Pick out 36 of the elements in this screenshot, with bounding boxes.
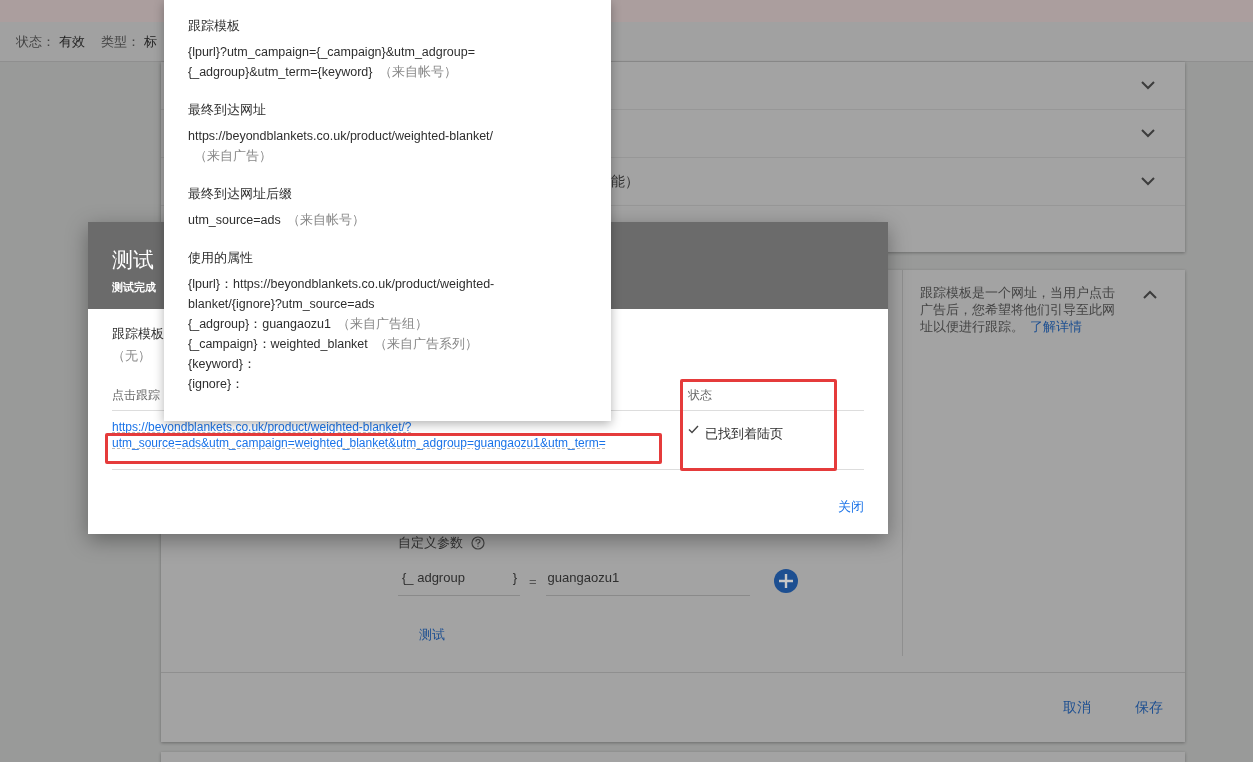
tracking-url-link[interactable]: https://beyondblankets.co.uk/product/weighted-blanket/? utm_source=ads&utm_campaign=weighted_blanket&utm_adgroup=guangaozu1&utm_term= [112,419,606,451]
custom-params-label: 自定义参数 [398,534,463,552]
popover-line: utm_source=ads （来自帐号） [188,212,366,229]
chevron-icon[interactable] [1141,129,1155,138]
footer-button[interactable]: 保存 [1135,698,1163,717]
status-label: 类型： [101,32,140,51]
status-value: 标 [144,32,157,51]
template-value: （无） [112,347,151,365]
popover-line: {_campaign}：weighted_blanket （来自广告系列） [188,336,479,353]
dialog-subtitle: 测试完成 [112,280,156,295]
popover-line: {lpurl}?utm_campaign={_campaign}&utm_adgroup={_adgroup}&utm_term={keyword} （来自帐号） [188,44,476,81]
popover-heading: 最终到达网址 [188,101,267,119]
close-button[interactable]: 关闭 [838,498,864,516]
status-text: 已找到着陆页 [705,425,783,443]
section-title: 能） [611,172,639,191]
equals-sign: = [529,573,537,589]
chevron-icon[interactable] [1141,177,1155,186]
popover-line: {lpurl}：https://beyondblankets.co.uk/product/weighted-blanket/{ignore}?utm_source=ads [188,276,496,313]
param-value-field[interactable]: guangaozu1 [545,566,750,596]
status-label: 状态： [16,32,55,51]
test-link[interactable]: 测试 [419,626,445,644]
popover-heading: 跟踪模板 [188,17,241,35]
add-icon[interactable] [773,569,798,593]
param-key-field[interactable]: {_ adgroup } [398,566,520,596]
chevron-icon[interactable] [1141,81,1155,90]
learn-more-link[interactable]: 了解详情 [1030,319,1082,334]
popover-heading: 使用的属性 [188,249,254,267]
template-label: 跟踪模板 [112,325,164,343]
help-icon[interactable] [471,536,485,550]
dialog-title: 测试 [112,247,154,273]
footer-button[interactable]: 取消 [1063,698,1091,717]
status-value: 有效 [59,32,85,51]
chevron-icon[interactable] [1143,290,1157,299]
popover-line: {keyword}： [188,356,257,373]
popover-line: {_adgroup}：guangaozu1 （来自广告组） [188,316,429,333]
popover-heading: 最终到达网址后缀 [188,185,293,203]
